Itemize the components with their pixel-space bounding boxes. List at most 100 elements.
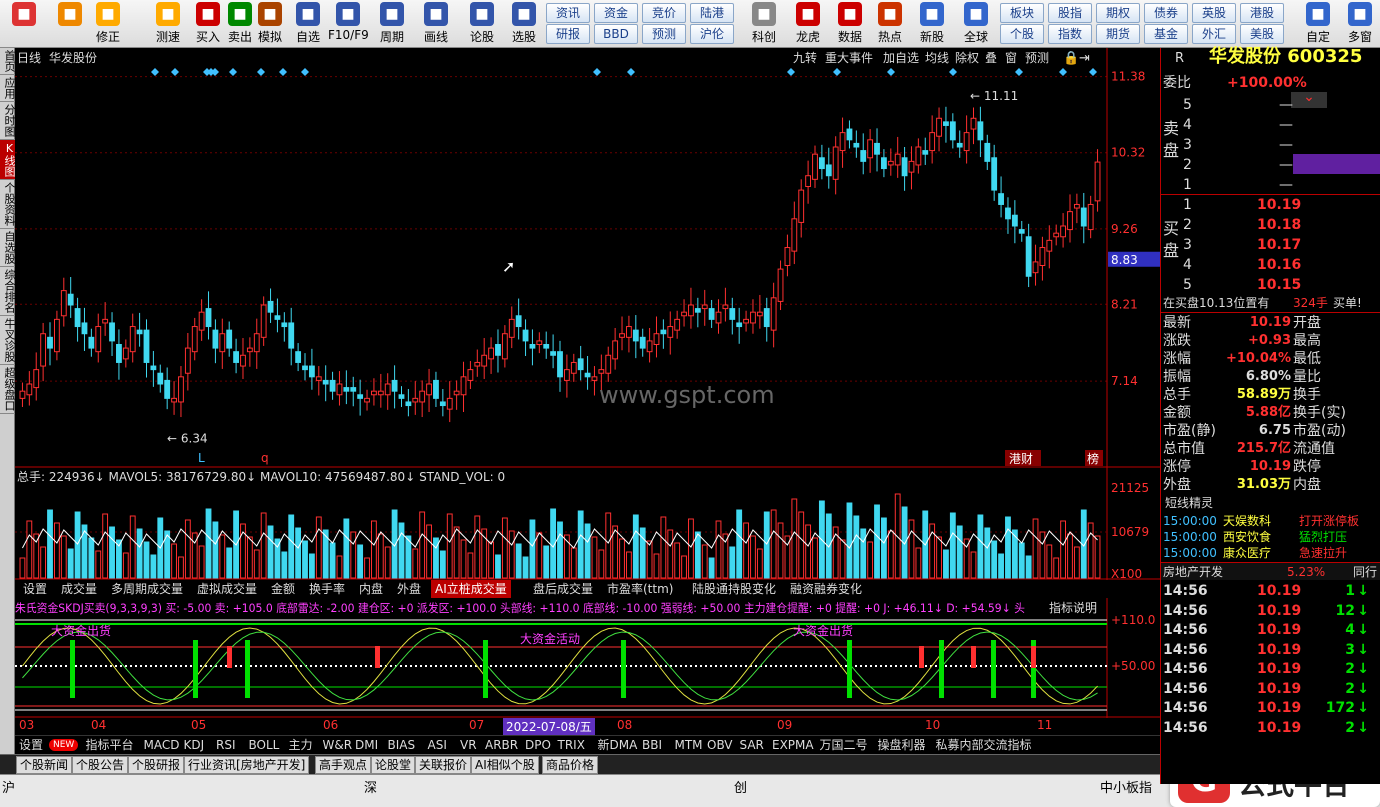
info-tab[interactable]: 个股公告 <box>72 756 129 774</box>
indicator-tab[interactable]: 指标平台 <box>82 736 138 754</box>
custom-button[interactable]: ■ 自定 <box>1298 2 1338 46</box>
quick-button[interactable]: 债券 <box>1144 3 1188 23</box>
indicator-tab[interactable]: BBI <box>638 736 666 754</box>
quick-button[interactable]: 港股 <box>1240 3 1284 23</box>
volume-subtab[interactable]: 内盘 <box>355 580 387 598</box>
chart-button[interactable]: ■ 科创 <box>744 2 784 46</box>
lock-icon[interactable]: 🔒 <box>1063 51 1079 66</box>
leftnav-tab[interactable]: 分时图 <box>0 102 16 140</box>
quick-button[interactable]: 期货 <box>1096 24 1140 44</box>
indicator-tab[interactable]: OBV <box>703 736 737 754</box>
indicator-tab[interactable]: DMI <box>351 736 382 754</box>
market-index-item[interactable]: 中小板指 <box>1100 777 1152 796</box>
clock-button[interactable]: ■ 测速 <box>148 2 188 46</box>
indicator-tab[interactable]: DPO <box>521 736 555 754</box>
quick-button[interactable]: 竞价 <box>642 3 686 23</box>
indicator-tab[interactable]: VR <box>456 736 481 754</box>
quick-button[interactable]: 板块 <box>1000 3 1044 23</box>
leftnav-tab[interactable]: 综合排名 <box>0 267 16 316</box>
indicator-tab[interactable]: MTM <box>671 736 707 754</box>
volume-subtab[interactable]: 设置 <box>19 580 51 598</box>
quick-button[interactable]: 英股 <box>1192 3 1236 23</box>
volume-subtab[interactable]: 金额 <box>267 580 299 598</box>
info-tab[interactable]: 关联报价 <box>415 756 472 774</box>
volume-subtab[interactable]: 换手率 <box>305 580 349 598</box>
volume-subtab[interactable]: 陆股通持股变化 <box>688 580 780 598</box>
quick-button[interactable]: BBD <box>594 24 638 44</box>
pen-button[interactable]: ■ 画线 <box>416 2 456 46</box>
volume-subtab[interactable]: 外盘 <box>393 580 425 598</box>
indicator-tab[interactable]: 万国二号 <box>816 736 872 754</box>
volume-subtab[interactable]: 市盈率(ttm) <box>603 580 677 598</box>
quick-button[interactable]: 美股 <box>1240 24 1284 44</box>
quick-button[interactable]: 期权 <box>1096 3 1140 23</box>
quick-button[interactable]: 外汇 <box>1192 24 1236 44</box>
peer-tab[interactable]: 同行 <box>1353 563 1377 581</box>
indicator-panel[interactable]: 朱氏资金SKDJ买卖(9,3,3,9,3) 买: -5.00 卖: +105.0… <box>15 598 1160 718</box>
kline-svg[interactable]: 日线 华发股份 九转 重大事件 加自选 均线 除权叠窗预测 🔒 ⇥ 11.38 10.32 9.26 8… <box>15 48 1160 468</box>
cycle-button[interactable]: ■ 周期 <box>372 2 412 46</box>
info-tab[interactable]: AI相似个股 <box>471 756 539 774</box>
indicator-tab[interactable]: TRIX <box>554 736 589 754</box>
leftnav-tab[interactable]: 应用 <box>0 75 16 102</box>
talk-button[interactable]: ■ 论股 <box>462 2 502 46</box>
quick-button[interactable]: 沪伦 <box>690 24 734 44</box>
indicator-tab[interactable]: 主力 <box>285 736 317 754</box>
indicator-tab[interactable]: 私募内部交流指标 <box>932 736 1036 754</box>
quick-button[interactable]: 研报 <box>546 24 590 44</box>
info-tab[interactable]: 个股新闻 <box>16 756 73 774</box>
quick-button[interactable]: 基金 <box>1144 24 1188 44</box>
leftnav-tab[interactable]: 超级盘口 <box>0 365 16 414</box>
chart-menu-item[interactable]: 重大事件 <box>825 51 873 65</box>
indicator-tab[interactable]: ASI <box>424 736 451 754</box>
chart-menu-item[interactable]: 叠 <box>985 51 997 65</box>
kline-chart[interactable]: 日线 华发股份 九转 重大事件 加自选 均线 除权叠窗预测 🔒 ⇥ 11.38 10.32 9.26 8… <box>15 48 1160 468</box>
volume-panel[interactable]: 总手: 224936↓ MAVOL5: 38176729.80↓ MAVOL10… <box>15 468 1160 581</box>
quick-button[interactable]: 个股 <box>1000 24 1044 44</box>
chart-menu-item[interactable]: 九转 <box>793 50 817 65</box>
fix-button[interactable]: ■ 修正 <box>88 2 128 46</box>
sector-name[interactable]: 房地产开发 <box>1163 563 1223 581</box>
short-stock[interactable]: 康众医疗 <box>1223 544 1271 562</box>
info-tab[interactable]: 个股研报 <box>128 756 185 774</box>
indicator-tab[interactable]: SAR <box>736 736 768 754</box>
house-button[interactable]: ■ 自选 <box>288 2 328 46</box>
leftnav-tab[interactable]: 自选股 <box>0 229 16 267</box>
back-button[interactable]: ■ <box>50 2 90 46</box>
indicator-tab[interactable]: ARBR <box>481 736 522 754</box>
ipo-button[interactable]: ■ 新股 <box>912 2 952 46</box>
hammer-button[interactable]: ■ 模拟 <box>250 2 290 46</box>
select-button[interactable]: ■ 选股 <box>504 2 544 46</box>
chart-menu-item[interactable]: 窗 <box>1005 51 1017 65</box>
indicator-tab[interactable]: EXPMA <box>768 736 818 754</box>
info-tab[interactable]: 高手观点 <box>315 756 372 774</box>
leftnav-tab[interactable]: K线图 <box>0 140 16 180</box>
chart-menu-item[interactable]: 除权 <box>955 50 979 65</box>
dragon-button[interactable]: ■ 龙虎 <box>788 2 828 46</box>
market-index-item[interactable]: 深 <box>364 777 377 796</box>
volume-subtab[interactable]: 多周期成交量 <box>107 580 187 598</box>
window-button[interactable]: ■ 多窗 <box>1340 2 1380 46</box>
pe-button[interactable]: ■ 数据 <box>830 2 870 46</box>
market-index-item[interactable]: 创 <box>734 777 747 796</box>
expand-icon[interactable]: ⇥ <box>1079 51 1090 66</box>
info-tab[interactable]: 商品价格 <box>542 756 599 774</box>
volume-subtab[interactable]: 成交量 <box>57 580 101 598</box>
quick-button[interactable]: 资金 <box>594 3 638 23</box>
info-tab[interactable]: 论股堂 <box>371 756 416 774</box>
volume-subtab[interactable]: AI立桩成交量 <box>431 580 511 598</box>
leftnav-tab[interactable]: 个股资料 <box>0 180 16 229</box>
market-index-item[interactable]: 沪 <box>2 777 15 796</box>
quick-button[interactable]: 指数 <box>1048 24 1092 44</box>
app-button[interactable]: ■ <box>4 2 44 46</box>
volume-subtab[interactable]: 虚拟成交量 <box>193 580 261 598</box>
quick-button[interactable]: 陆港 <box>690 3 734 23</box>
indicator-tab[interactable]: BOLL <box>245 736 284 754</box>
chart-menu-item[interactable]: 预测 <box>1025 51 1049 65</box>
globe-button[interactable]: ■ 全球 <box>956 2 996 46</box>
quick-button[interactable]: 预测 <box>642 24 686 44</box>
leftnav-tab[interactable]: 牛叉诊股 <box>0 316 16 365</box>
indicator-help[interactable]: 指标说明 <box>1049 600 1097 615</box>
indicator-tab[interactable]: MACD <box>140 736 184 754</box>
indicator-tab[interactable]: KDJ <box>180 736 209 754</box>
